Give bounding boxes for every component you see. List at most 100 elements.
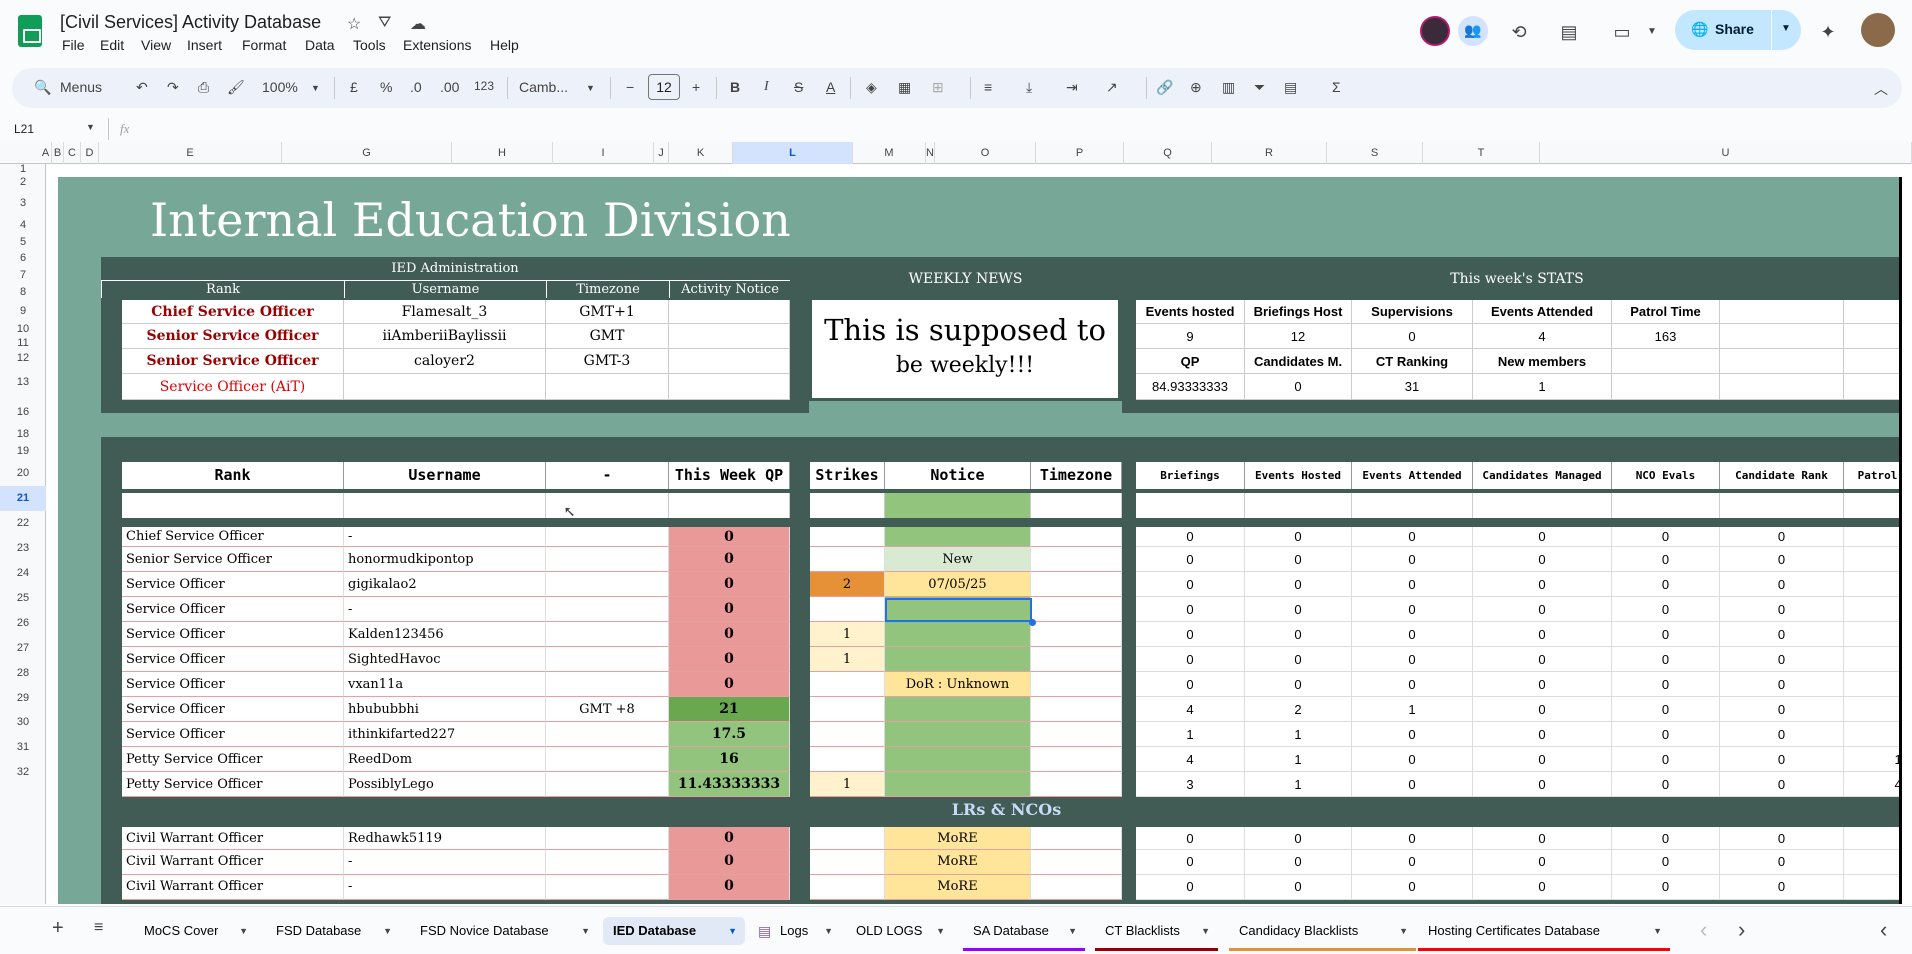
- menu-extensions[interactable]: Extensions: [403, 37, 471, 53]
- explore-collapse-icon[interactable]: ‹: [1880, 917, 1887, 943]
- sheet-tab[interactable]: IED Database ▼: [603, 917, 745, 945]
- row-header-6[interactable]: 6: [0, 250, 46, 266]
- comment-icon[interactable]: ⊕: [1190, 79, 1202, 96]
- chevron-down-icon[interactable]: ▼: [936, 917, 945, 945]
- roster-notice[interactable]: [885, 772, 1031, 797]
- formula-input[interactable]: [150, 118, 1910, 140]
- roster-notice[interactable]: [885, 622, 1031, 647]
- menu-file[interactable]: File: [62, 37, 85, 53]
- row-header-20[interactable]: 20: [0, 461, 46, 486]
- column-header-r[interactable]: R: [1212, 142, 1327, 164]
- row-header-26[interactable]: 26: [0, 611, 46, 636]
- roster-notice[interactable]: [885, 747, 1031, 772]
- tabs-scroll-right-icon[interactable]: ›: [1738, 917, 1745, 943]
- print-icon[interactable]: ⎙: [198, 79, 209, 96]
- chevron-down-icon[interactable]: ▼: [86, 122, 95, 132]
- column-header-g[interactable]: G: [282, 142, 452, 164]
- italic-button[interactable]: I: [764, 79, 769, 95]
- row-header-21[interactable]: 21: [0, 486, 46, 511]
- menu-tools[interactable]: Tools: [353, 37, 386, 53]
- menu-insert[interactable]: Insert: [187, 37, 222, 53]
- decrease-decimal-button[interactable]: .0: [410, 79, 422, 95]
- menu-view[interactable]: View: [141, 37, 171, 53]
- row-header-31[interactable]: 31: [0, 735, 46, 760]
- gemini-icon[interactable]: ✦: [1814, 18, 1842, 46]
- chevron-down-icon[interactable]: ▼: [824, 917, 833, 945]
- chevron-down-icon[interactable]: ▼: [1653, 917, 1662, 945]
- row-header-2[interactable]: 2: [0, 174, 46, 190]
- chevron-down-icon[interactable]: ▼: [581, 917, 590, 945]
- row-header-24[interactable]: 24: [0, 561, 46, 586]
- chevron-down-icon[interactable]: ▼: [1201, 917, 1210, 945]
- lr-notice[interactable]: MoRE: [885, 850, 1031, 875]
- column-header-o[interactable]: O: [935, 142, 1036, 164]
- tabs-scroll-left-icon[interactable]: ‹: [1700, 917, 1707, 943]
- roster-notice[interactable]: DoR : Unknown: [885, 672, 1031, 697]
- currency-button[interactable]: £: [350, 79, 358, 95]
- menu-help[interactable]: Help: [490, 37, 519, 53]
- chevron-down-icon[interactable]: ▼: [1638, 18, 1666, 46]
- decrease-font-size-icon[interactable]: −: [626, 79, 634, 95]
- row-header-29[interactable]: 29: [0, 686, 46, 710]
- chevron-down-icon[interactable]: ▼: [1781, 23, 1791, 34]
- number-format-button[interactable]: 123: [474, 79, 494, 93]
- row-header-4[interactable]: 4: [0, 216, 46, 234]
- chevron-down-icon[interactable]: ▼: [383, 917, 392, 945]
- sheet-tab[interactable]: CT Blacklists ▼: [1095, 917, 1218, 951]
- column-header-m[interactable]: M: [853, 142, 926, 164]
- column-header-h[interactable]: H: [452, 142, 553, 164]
- row-header-16[interactable]: 16: [0, 397, 46, 427]
- star-icon[interactable]: ☆: [347, 14, 361, 34]
- column-header-l[interactable]: L: [733, 142, 853, 164]
- collaborator-avatar[interactable]: [1420, 16, 1450, 46]
- column-header-a[interactable]: A: [40, 142, 52, 164]
- strikethrough-button[interactable]: S: [794, 79, 803, 95]
- roster-notice[interactable]: [885, 647, 1031, 672]
- column-header-j[interactable]: J: [654, 142, 669, 164]
- text-color-button[interactable]: A: [826, 79, 835, 95]
- column-header-u[interactable]: U: [1540, 142, 1912, 164]
- row-header-3[interactable]: 3: [0, 190, 46, 216]
- roster-notice[interactable]: [885, 527, 1031, 547]
- filter-icon[interactable]: ⏷: [1254, 79, 1265, 96]
- row-header-13[interactable]: 13: [0, 367, 46, 397]
- chevron-down-icon[interactable]: ▼: [1068, 917, 1077, 945]
- row-header-22[interactable]: 22: [0, 511, 46, 536]
- row-header-32[interactable]: 32: [0, 760, 46, 785]
- meet-icon[interactable]: ▭: [1608, 18, 1636, 46]
- roster-notice[interactable]: New: [885, 547, 1031, 572]
- row-header-23[interactable]: 23: [0, 536, 46, 561]
- lr-notice[interactable]: MoRE: [885, 875, 1031, 900]
- column-header-t[interactable]: T: [1423, 142, 1540, 164]
- account-avatar[interactable]: [1861, 13, 1895, 47]
- column-header-s[interactable]: S: [1327, 142, 1423, 164]
- vertical-align-icon[interactable]: ⤓: [1026, 79, 1032, 96]
- row-header-1[interactable]: 1: [0, 164, 46, 175]
- name-box[interactable]: L21 ▼: [12, 118, 100, 142]
- history-icon[interactable]: ⟲: [1505, 18, 1533, 46]
- fill-color-icon[interactable]: ◈: [866, 79, 877, 96]
- chevron-down-icon[interactable]: ▼: [239, 917, 248, 945]
- column-header-k[interactable]: K: [669, 142, 733, 164]
- add-sheet-icon[interactable]: +: [52, 917, 64, 940]
- horizontal-align-icon[interactable]: ≡: [984, 79, 992, 95]
- sheets-logo-icon[interactable]: [18, 15, 42, 47]
- paint-format-icon[interactable]: 🖌: [227, 79, 245, 96]
- menus-search[interactable]: Menus: [60, 79, 102, 95]
- chevron-down-icon[interactable]: ▼: [586, 83, 595, 93]
- chart-icon[interactable]: ▥: [1222, 79, 1235, 96]
- roster-notice[interactable]: [885, 722, 1031, 747]
- text-wrap-icon[interactable]: ⇥: [1066, 79, 1078, 96]
- chevron-down-icon[interactable]: ▼: [311, 83, 320, 93]
- row-header-27[interactable]: 27: [0, 636, 46, 661]
- sheet-tab[interactable]: FSD Novice Database ▼: [410, 917, 598, 945]
- sheet-tab[interactable]: Candidacy Blacklists ▼: [1229, 917, 1416, 951]
- row-header-9[interactable]: 9: [0, 300, 46, 322]
- row-header-5[interactable]: 5: [0, 234, 46, 250]
- column-header-d[interactable]: D: [81, 142, 99, 164]
- column-header-c[interactable]: C: [64, 142, 81, 164]
- all-sheets-icon[interactable]: ≡: [94, 919, 103, 937]
- sheet-tab[interactable]: Hosting Certificates Database ▼: [1418, 917, 1670, 951]
- document-title[interactable]: [Civil Services] Activity Database: [60, 12, 321, 33]
- menu-format[interactable]: Format: [242, 37, 286, 53]
